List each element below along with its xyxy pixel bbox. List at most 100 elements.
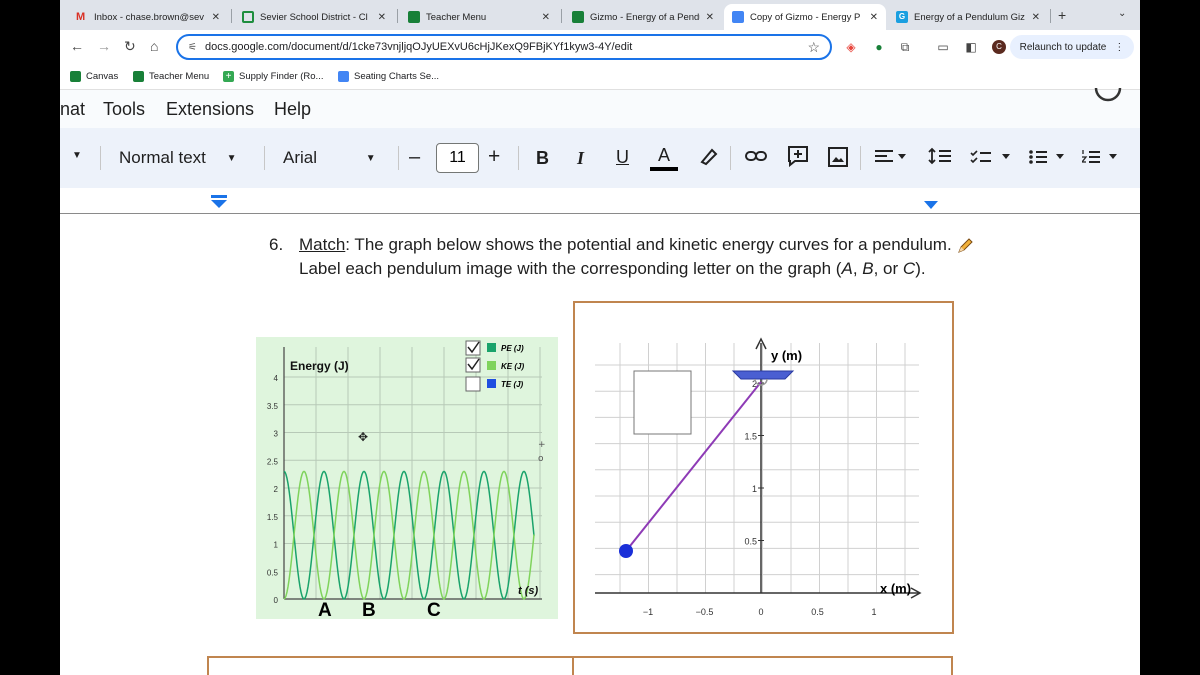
tab-title: Sevier School District - Cl — [260, 11, 368, 23]
pe-swatch — [487, 343, 496, 352]
tab-title: Inbox - chase.brown@sev — [94, 11, 204, 23]
pendulum-bob[interactable] — [619, 544, 633, 558]
reload-icon[interactable]: ↻ — [124, 38, 136, 55]
highlighter-icon[interactable] — [698, 146, 718, 166]
docs-icon — [338, 71, 349, 82]
bookmark-star-icon[interactable]: ☆ — [807, 39, 820, 56]
font-size-input[interactable]: 11 — [436, 143, 479, 173]
font-family-dropdown[interactable]: Arial ▼ — [283, 148, 376, 168]
add-comment-icon[interactable] — [787, 145, 809, 167]
pencil-icon — [956, 237, 974, 255]
close-icon[interactable]: ✕ — [706, 12, 714, 23]
separator: , — [852, 259, 863, 278]
menu-help[interactable]: Help — [274, 99, 311, 120]
cast-icon[interactable]: ▭ — [936, 40, 950, 54]
back-icon[interactable]: ← — [70, 38, 84, 54]
insert-link-icon[interactable] — [745, 148, 767, 164]
tab-sevier[interactable]: Sevier School District - Cl ✕ — [234, 4, 394, 30]
energy-y-ticks: 4 3.5 3 2.5 2 1.5 1 0.5 0 — [267, 374, 279, 605]
right-indent-marker[interactable] — [923, 200, 939, 210]
insert-image-icon[interactable] — [828, 147, 848, 167]
side-panel-icon[interactable]: ◧ — [964, 40, 978, 54]
bookmark-seating-charts[interactable]: Seating Charts Se... — [338, 71, 439, 82]
home-icon[interactable]: ⌂ — [150, 38, 158, 54]
chevron-down-icon: ▼ — [365, 153, 376, 164]
numbered-list-icon[interactable] — [1082, 149, 1126, 165]
font-family-value: Arial — [283, 148, 318, 167]
bookmark-label: Supply Finder (Ro... — [239, 71, 324, 82]
address-bar[interactable]: ⚟ docs.google.com/document/d/1cke73vnjlj… — [176, 34, 832, 60]
menu-format[interactable]: nat — [60, 99, 85, 120]
question-text: : The graph below shows the potential an… — [345, 235, 952, 254]
tab-gmail[interactable]: M Inbox - chase.brown@sev ✕ — [68, 4, 228, 30]
close-icon[interactable]: ✕ — [1032, 12, 1040, 23]
menu-extensions[interactable]: Extensions — [166, 99, 254, 120]
sheets-icon — [408, 11, 420, 23]
bookmark-canvas[interactable]: Canvas — [70, 71, 118, 82]
text-color-swatch — [650, 167, 678, 171]
y-tick-label: 0.5 — [267, 568, 279, 577]
extensions-puzzle-icon[interactable]: ⧉ — [898, 40, 912, 54]
sheets-icon — [133, 71, 144, 82]
bookmark-label: Teacher Menu — [149, 71, 210, 82]
relaunch-label: Relaunch to update — [1019, 41, 1107, 53]
italic-button[interactable]: I — [577, 148, 584, 169]
pendulum-pivot[interactable] — [731, 370, 795, 380]
pendulum-graph-frame[interactable]: y (m) x (m) 2 1.5 1 0.5 −1 −0.5 0 0.5 1 — [573, 301, 954, 634]
tab-teacher-menu[interactable]: Teacher Menu ✕ — [400, 4, 558, 30]
answer-table — [207, 656, 953, 675]
close-icon[interactable]: ✕ — [212, 12, 220, 23]
left-indent-marker[interactable] — [210, 195, 228, 209]
question-text: Label each pendulum image with the corre… — [299, 259, 842, 278]
zoom-reset-icon[interactable]: o — [538, 454, 544, 464]
checklist-icon[interactable] — [970, 149, 1014, 165]
gmail-icon: M — [76, 11, 86, 23]
y-tick-label: 0 — [274, 596, 279, 605]
align-left-icon[interactable] — [874, 149, 906, 165]
extension-green-icon[interactable]: ● — [872, 40, 886, 54]
text-color-button[interactable]: A — [650, 145, 678, 171]
docs-history-icon[interactable] — [1094, 84, 1122, 104]
bulleted-list-icon[interactable] — [1028, 149, 1072, 165]
energy-x-axis-label: t (s) — [518, 585, 539, 597]
chevron-down-icon[interactable]: ▼ — [72, 150, 82, 161]
letter-c: C — [427, 600, 441, 619]
bookmark-supply-finder[interactable]: + Supply Finder (Ro... — [223, 71, 323, 82]
zoom-in-icon[interactable]: + — [538, 440, 546, 450]
forward-icon[interactable]: → — [97, 38, 111, 54]
bookmark-label: Canvas — [86, 71, 119, 82]
decrease-font-size-button[interactable]: – — [409, 146, 420, 169]
energy-curves — [283, 470, 535, 600]
close-icon[interactable]: ✕ — [542, 12, 550, 23]
tab-title: Gizmo - Energy of a Pendu — [590, 11, 700, 23]
pendulum-y-label: y (m) — [771, 348, 802, 363]
increase-font-size-button[interactable]: + — [488, 145, 500, 169]
extension-red-icon[interactable]: ◈ — [844, 40, 858, 54]
sheets-icon — [70, 71, 81, 82]
menu-tools[interactable]: Tools — [103, 99, 145, 120]
tab-copy-of-gizmo[interactable]: Copy of Gizmo - Energy P ✕ — [724, 4, 886, 30]
tab-energy-gizmo[interactable]: G Energy of a Pendulum Giz ✕ — [888, 4, 1048, 30]
bookmark-teacher-menu[interactable]: Teacher Menu — [133, 71, 209, 82]
tab-search-icon[interactable]: ⌄ — [1118, 8, 1126, 19]
x-tick-label: −0.5 — [696, 607, 714, 617]
energy-graph-image[interactable]: 4 3.5 3 2.5 2 1.5 1 0.5 0 Energy (J) t (s) PE (J… — [256, 337, 558, 621]
close-icon[interactable]: ✕ — [870, 12, 878, 23]
letter-b: B — [362, 600, 376, 619]
site-info-icon[interactable]: ⚟ — [188, 42, 197, 53]
y-tick-label: 0.5 — [744, 537, 757, 547]
line-spacing-icon[interactable] — [928, 147, 952, 167]
text-color-label: A — [657, 145, 670, 165]
new-tab-button[interactable]: + — [1058, 7, 1066, 23]
te-checkbox[interactable] — [465, 376, 481, 392]
underline-button[interactable]: U — [616, 147, 629, 168]
paragraph-style-dropdown[interactable]: Normal text ▼ — [119, 148, 237, 168]
letter-a: A — [318, 600, 332, 619]
close-icon[interactable]: ✕ — [378, 12, 386, 23]
classroom-icon — [242, 11, 254, 23]
relaunch-button[interactable]: Relaunch to update ⋮ — [1010, 35, 1134, 59]
tab-gizmo-sheet[interactable]: Gizmo - Energy of a Pendu ✕ — [564, 4, 722, 30]
y-tick-label: 2 — [274, 485, 279, 494]
bold-button[interactable]: B — [536, 148, 549, 169]
profile-avatar[interactable]: C — [992, 40, 1006, 54]
